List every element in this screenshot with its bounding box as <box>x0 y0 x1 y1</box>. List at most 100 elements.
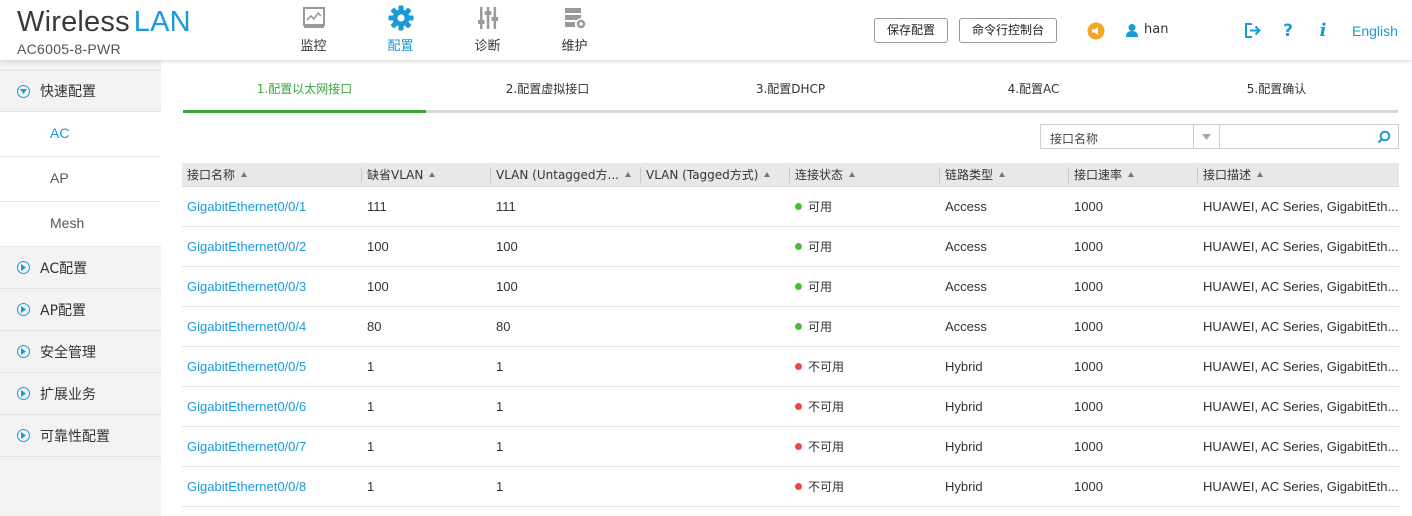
col-default-vlan-cell: 1 <box>367 479 375 494</box>
col-default-vlan-cell: 111 <box>367 199 387 214</box>
username[interactable]: han <box>1144 22 1168 37</box>
col-interface-name-cell[interactable]: GigabitEthernet0/0/5 <box>182 347 306 387</box>
nav-diagnose[interactable]: 诊断 <box>444 0 531 60</box>
col-link-type-header[interactable]: 链路类型 <box>940 163 1006 187</box>
col-interface-name-header[interactable]: 接口名称 <box>182 163 248 187</box>
table-row[interactable]: GigabitEthernet0/0/3 100 100 可用 Access 1000 HU… <box>182 267 1399 307</box>
sidebar-item-quick-config[interactable]: 快速配置 <box>0 70 161 112</box>
search-icon[interactable] <box>1377 130 1391 148</box>
brand-title: Wireless LAN <box>17 6 191 38</box>
cli-console-button[interactable]: 命令行控制台 <box>959 18 1058 43</box>
sort-up-icon[interactable] <box>429 172 436 177</box>
col-interface-name-cell[interactable]: GigabitEthernet0/0/4 <box>182 307 306 347</box>
nav-monitor[interactable]: 监控 <box>270 0 357 60</box>
logout-icon[interactable] <box>1244 22 1262 39</box>
filter-field-value: 接口名称 <box>1050 132 1099 146</box>
sidebar-item-ap-config[interactable]: AP配置 <box>0 289 161 331</box>
table-row[interactable]: GigabitEthernet0/0/1 111 111 可用 Access 1000 HU… <box>182 187 1399 227</box>
search-filter: 接口名称 <box>1040 124 1399 149</box>
col-link-state-cell: 可用 <box>790 227 832 267</box>
save-config-button[interactable]: 保存配置 <box>874 18 949 43</box>
status-text: 不可用 <box>808 360 845 374</box>
sidebar-item-label: AC <box>50 125 70 141</box>
col-description-cell: HUAWEI, AC Series, GigabitEth... <box>1203 479 1399 494</box>
nav-config[interactable]: 配置 <box>357 0 444 60</box>
col-interface-name-cell[interactable]: GigabitEthernet0/0/6 <box>182 387 306 427</box>
sort-up-icon[interactable] <box>624 172 631 177</box>
column-header-label: 接口速率 <box>1074 168 1123 182</box>
column-header-label: VLAN (Tagged方式) <box>646 168 759 182</box>
col-interface-name-cell[interactable]: GigabitEthernet0/0/2 <box>182 227 306 267</box>
search-input[interactable] <box>1224 126 1374 147</box>
expand-arrow-icon <box>17 261 30 274</box>
col-speed-cell: 1000 <box>1074 199 1103 214</box>
column-header-label: 连接状态 <box>795 168 844 182</box>
step-dhcp[interactable]: 3.配置DHCP <box>669 80 912 97</box>
expand-arrow-icon <box>17 387 30 400</box>
sort-up-icon[interactable] <box>999 172 1006 177</box>
step-ac[interactable]: 4.配置AC <box>912 80 1155 97</box>
col-vlan-tagged-header[interactable]: VLAN (Tagged方式) <box>641 163 771 187</box>
col-description-cell: HUAWEI, AC Series, GigabitEth... <box>1203 359 1399 374</box>
col-link-state-header[interactable]: 连接状态 <box>790 163 856 187</box>
col-default-vlan-cell: 80 <box>367 319 382 334</box>
sort-up-icon[interactable] <box>1257 172 1264 177</box>
status-dot-icon <box>795 403 802 410</box>
table-row[interactable]: GigabitEthernet0/0/6 1 1 不可用 Hybrid 1000 HUAWE… <box>182 387 1399 427</box>
sidebar-item-extended-services[interactable]: 扩展业务 <box>0 373 161 415</box>
sort-up-icon[interactable] <box>849 172 856 177</box>
table-row[interactable]: GigabitEthernet0/0/4 80 80 可用 Access 1000 HUAW… <box>182 307 1399 347</box>
table-row[interactable]: GigabitEthernet0/0/8 1 1 不可用 Hybrid 1000 HUAWE… <box>182 467 1399 507</box>
nav-maintain[interactable]: 维护 <box>531 0 618 60</box>
sidebar-subitem-mesh[interactable]: Mesh <box>0 202 161 247</box>
col-interface-name-cell[interactable]: GigabitEthernet0/0/1 <box>182 187 306 227</box>
sort-up-icon[interactable] <box>1128 172 1135 177</box>
info-icon[interactable]: i <box>1316 20 1330 41</box>
col-description-header[interactable]: 接口描述 <box>1198 163 1264 187</box>
col-description-cell: HUAWEI, AC Series, GigabitEth... <box>1203 279 1399 294</box>
sidebar-item-ac-config[interactable]: AC配置 <box>0 247 161 289</box>
step-confirm[interactable]: 5.配置确认 <box>1155 80 1398 97</box>
maintenance-icon <box>564 8 587 30</box>
col-link-type-cell: Hybrid <box>945 439 983 454</box>
col-interface-name-cell[interactable]: GigabitEthernet0/0/7 <box>182 427 306 467</box>
sort-up-icon[interactable] <box>241 172 248 177</box>
col-interface-name-cell[interactable]: GigabitEthernet0/0/8 <box>182 467 306 507</box>
status-dot-icon <box>795 243 802 250</box>
nav-label: 诊断 <box>474 39 501 54</box>
table-header: 接口名称 缺省VLAN VLAN (Untagged方... VLAN (Tagged… <box>182 163 1399 187</box>
sliders-icon <box>477 7 498 29</box>
status-dot-icon <box>795 363 802 370</box>
col-link-type-cell: Hybrid <box>945 359 983 374</box>
help-icon[interactable]: ? <box>1280 21 1296 41</box>
wizard-steps: 1.配置以太网接口 2.配置虚拟接口 3.配置DHCP 4.配置AC 5.配置确… <box>183 60 1398 113</box>
col-vlan-untagged-cell: 111 <box>496 199 516 214</box>
step-vlanif[interactable]: 2.配置虚拟接口 <box>426 80 669 97</box>
table-row[interactable]: GigabitEthernet0/0/5 1 1 不可用 Hybrid 1000 HUAWE… <box>182 347 1399 387</box>
chevron-down-icon[interactable] <box>1193 125 1219 148</box>
step-ethernet[interactable]: 1.配置以太网接口 <box>183 80 426 97</box>
status-text: 不可用 <box>808 480 845 494</box>
sidebar: 快速配置 AC AP Mesh AC配置 AP配置 安全管理 扩展业务 可靠性配… <box>0 60 161 516</box>
col-default-vlan-header[interactable]: 缺省VLAN <box>362 163 436 187</box>
col-speed-cell: 1000 <box>1074 239 1103 254</box>
main-content: 1.配置以太网接口 2.配置虚拟接口 3.配置DHCP 4.配置AC 5.配置确… <box>161 60 1412 516</box>
status-text: 可用 <box>808 320 833 334</box>
sort-up-icon[interactable] <box>764 172 771 177</box>
language-switch[interactable]: English <box>1352 23 1398 39</box>
device-model: AC6005-8-PWR <box>17 41 121 57</box>
table-row[interactable]: GigabitEthernet0/0/7 1 1 不可用 Hybrid 1000 HUAWE… <box>182 427 1399 467</box>
status-text: 不可用 <box>808 440 845 454</box>
sidebar-item-reliability[interactable]: 可靠性配置 <box>0 415 161 457</box>
filter-field-select[interactable]: 接口名称 <box>1040 124 1220 149</box>
alarm-icon[interactable] <box>1087 22 1105 40</box>
col-speed-header[interactable]: 接口速率 <box>1069 163 1135 187</box>
col-vlan-untagged-header[interactable]: VLAN (Untagged方... <box>491 163 631 187</box>
sidebar-item-security[interactable]: 安全管理 <box>0 331 161 373</box>
col-interface-name-cell[interactable]: GigabitEthernet0/0/3 <box>182 267 306 307</box>
col-speed-cell: 1000 <box>1074 359 1103 374</box>
table-row[interactable]: GigabitEthernet0/0/2 100 100 可用 Access 1000 HU… <box>182 227 1399 267</box>
top-header: Wireless LAN AC6005-8-PWR 监控 配置 诊断 维护 保存… <box>0 0 1412 60</box>
sidebar-subitem-ac[interactable]: AC <box>0 112 161 157</box>
sidebar-subitem-ap[interactable]: AP <box>0 157 161 202</box>
